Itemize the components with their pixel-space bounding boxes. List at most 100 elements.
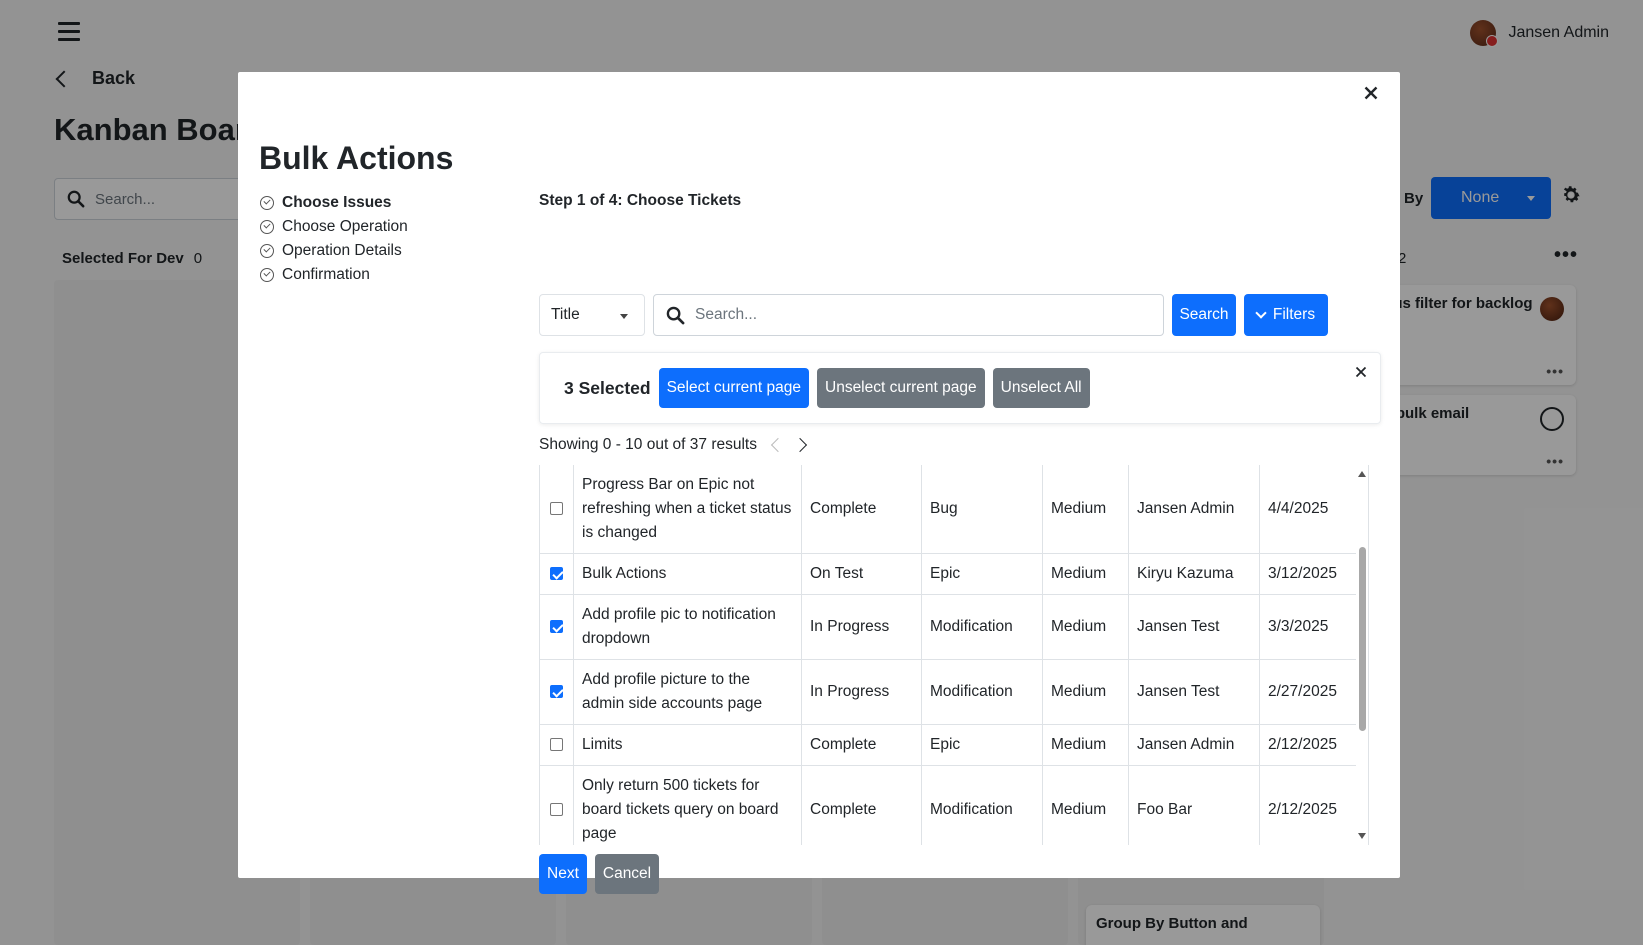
ticket-status: In Progress (801, 594, 922, 660)
scroll-up-icon[interactable] (1358, 471, 1366, 477)
step-item: Confirmation (260, 263, 408, 287)
ticket-title: Only return 500 tickets for board ticket… (573, 765, 802, 845)
ticket-status: Complete (801, 724, 922, 766)
row-checkbox-cell (539, 465, 574, 554)
field-select[interactable]: Title (539, 294, 645, 336)
table-row[interactable]: Bulk Actions On Test Epic Medium Kiryu Kazum… (539, 553, 1357, 595)
ticket-priority: Medium (1042, 594, 1129, 660)
step-content: Step 1 of 4: Choose Tickets Title Search… (539, 192, 1381, 894)
close-icon[interactable] (1352, 363, 1370, 381)
ticket-assignee: Jansen Admin (1128, 724, 1260, 766)
pagination-info: Showing 0 - 10 out of 37 results (539, 436, 808, 454)
step-item: Operation Details (260, 239, 408, 263)
row-checkbox-cell (539, 553, 574, 595)
step-label: Confirmation (282, 266, 370, 283)
step-label: Choose Issues (282, 194, 392, 211)
unselect-current-page-button[interactable]: Unselect current page (817, 368, 985, 408)
table-row[interactable]: Limits Complete Epic Medium Jansen Admin 2/12… (539, 724, 1357, 766)
ticket-priority: Medium (1042, 765, 1129, 845)
ticket-type: Bug (921, 465, 1043, 554)
ticket-type: Modification (921, 594, 1043, 660)
selection-bar: 3 Selected Select current page Unselect … (539, 352, 1381, 424)
chevron-right-icon[interactable] (792, 437, 808, 453)
ticket-title: Progress Bar on Epic not refreshing when… (573, 465, 802, 554)
bulk-actions-modal: Bulk Actions Choose Issues Choose Operat… (238, 72, 1400, 894)
ticket-assignee: Kiryu Kazuma (1128, 553, 1260, 595)
ticket-date: 2/12/2025 (1259, 724, 1357, 766)
ticket-title: Limits (573, 724, 802, 766)
modal-footer: Next Cancel (539, 854, 660, 894)
ticket-assignee: Jansen Test (1128, 594, 1260, 660)
scroll-down-icon[interactable] (1358, 833, 1366, 839)
tickets-table: Progress Bar on Epic not refreshing when… (539, 465, 1357, 845)
chevron-left-icon[interactable] (770, 437, 786, 453)
check-circle-icon (260, 220, 274, 234)
next-button[interactable]: Next (539, 854, 587, 894)
ticket-date: 4/4/2025 (1259, 465, 1357, 554)
modal-title: Bulk Actions (259, 140, 454, 176)
ticket-date: 2/27/2025 (1259, 659, 1357, 725)
ticket-search-input[interactable]: Search... (653, 294, 1164, 336)
search-placeholder: Search... (695, 306, 758, 323)
ticket-priority: Medium (1042, 553, 1129, 595)
ticket-type: Modification (921, 659, 1043, 725)
ticket-title: Bulk Actions (573, 553, 802, 595)
table-row[interactable]: Only return 500 tickets for board ticket… (539, 765, 1357, 845)
step-item: Choose Operation (260, 215, 408, 239)
table-scrollbar[interactable] (1356, 465, 1368, 845)
filters-button[interactable]: Filters (1244, 294, 1328, 336)
ticket-title: Add profile picture to the admin side ac… (573, 659, 802, 725)
row-checkbox[interactable] (550, 803, 563, 817)
check-circle-icon (260, 244, 274, 258)
row-checkbox-cell (539, 765, 574, 845)
check-circle-icon (260, 196, 274, 210)
ticket-type: Epic (921, 553, 1043, 595)
step-heading: Step 1 of 4: Choose Tickets (539, 192, 742, 209)
search-icon (666, 306, 685, 324)
row-checkbox-cell (539, 724, 574, 766)
ticket-assignee: Jansen Test (1128, 659, 1260, 725)
ticket-priority: Medium (1042, 659, 1129, 725)
ticket-title: Add profile pic to notification dropdown (573, 594, 802, 660)
ticket-assignee: Jansen Admin (1128, 465, 1260, 554)
row-checkbox[interactable] (550, 738, 563, 752)
row-checkbox[interactable] (550, 685, 563, 699)
unselect-all-button[interactable]: Unselect All (992, 368, 1090, 408)
scrollbar-thumb[interactable] (1359, 547, 1366, 731)
ticket-type: Modification (921, 765, 1043, 845)
ticket-date: 2/12/2025 (1259, 765, 1357, 845)
select-current-page-button[interactable]: Select current page (658, 368, 809, 408)
step-item: Choose Issues (260, 191, 408, 215)
ticket-status: Complete (801, 465, 922, 554)
row-checkbox[interactable] (550, 620, 563, 634)
ticket-status: Complete (801, 765, 922, 845)
ticket-date: 3/12/2025 (1259, 553, 1357, 595)
row-checkbox[interactable] (550, 567, 563, 581)
results-count: Showing 0 - 10 out of 37 results (539, 436, 757, 453)
close-icon[interactable] (1360, 82, 1382, 104)
table-row[interactable]: Progress Bar on Epic not refreshing when… (539, 465, 1357, 554)
ticket-status: On Test (801, 553, 922, 595)
row-checkbox-cell (539, 659, 574, 725)
cancel-button[interactable]: Cancel (594, 854, 660, 894)
search-row: Title Search... Search Filters (539, 294, 1328, 336)
row-checkbox[interactable] (550, 502, 563, 516)
ticket-assignee: Foo Bar (1128, 765, 1260, 845)
ticket-priority: Medium (1042, 724, 1129, 766)
search-button[interactable]: Search (1172, 294, 1236, 336)
ticket-status: In Progress (801, 659, 922, 725)
filters-label: Filters (1272, 306, 1316, 323)
row-checkbox-cell (539, 594, 574, 660)
chevron-down-icon (1255, 307, 1267, 319)
tickets-table-container[interactable]: Progress Bar on Epic not refreshing when… (539, 465, 1369, 845)
step-list: Choose Issues Choose Operation Operation… (260, 191, 408, 287)
step-label: Operation Details (282, 242, 402, 259)
step-label: Choose Operation (282, 218, 408, 235)
table-row[interactable]: Add profile picture to the admin side ac… (539, 659, 1357, 725)
check-circle-icon (260, 268, 274, 282)
ticket-priority: Medium (1042, 465, 1129, 554)
ticket-type: Epic (921, 724, 1043, 766)
selected-count: 3 Selected (564, 377, 651, 398)
table-row[interactable]: Add profile pic to notification dropdown… (539, 594, 1357, 660)
ticket-date: 3/3/2025 (1259, 594, 1357, 660)
